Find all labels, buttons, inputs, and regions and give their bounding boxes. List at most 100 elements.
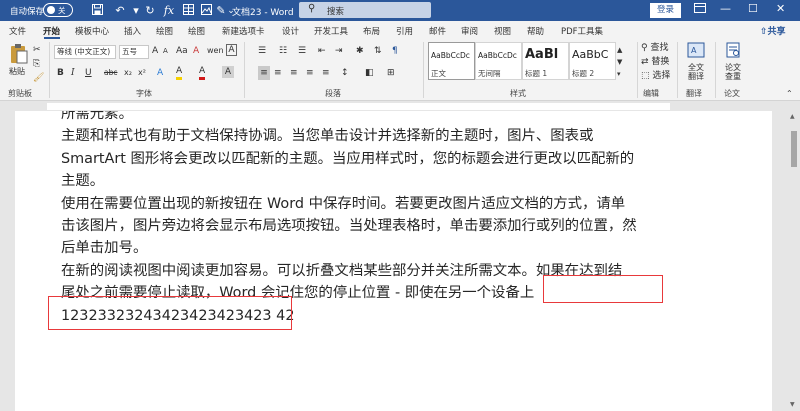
line-spacing-icon[interactable]: ↕ bbox=[341, 66, 349, 80]
chinese-layout-icon[interactable]: ✱ bbox=[356, 44, 364, 58]
tab-insert[interactable]: 插入 bbox=[124, 25, 141, 37]
tab-developer[interactable]: 开发工具 bbox=[314, 25, 348, 37]
tab-design[interactable]: 设计 bbox=[282, 25, 299, 37]
text-line[interactable]: 所需元素。 bbox=[61, 111, 647, 125]
subscript-button[interactable]: x₂ bbox=[124, 66, 132, 80]
document-page[interactable]: 所需元素。 主题和样式也有助于文档保持协调。当您单击设计并选择新的主题时，图片、… bbox=[15, 111, 772, 411]
text-line[interactable]: 主题。 bbox=[61, 170, 647, 192]
align-right-icon[interactable]: ≡ bbox=[290, 66, 298, 80]
minimize-icon[interactable]: — bbox=[720, 2, 731, 15]
save-icon[interactable] bbox=[90, 4, 104, 18]
grow-font-button[interactable]: A bbox=[152, 44, 158, 58]
login-button[interactable]: 登录 bbox=[650, 3, 681, 18]
align-center-icon[interactable]: ≡ bbox=[274, 66, 282, 80]
tab-layout[interactable]: 布局 bbox=[363, 25, 380, 37]
replace-button[interactable]: ⇄ 替换 bbox=[641, 55, 669, 69]
font-color-button[interactable]: A bbox=[199, 66, 206, 80]
collapse-ribbon-icon[interactable]: ⌃ bbox=[786, 87, 793, 101]
style-preview: AaBbC bbox=[572, 48, 609, 61]
close-icon[interactable]: ✕ bbox=[776, 2, 785, 15]
translate-icon: A bbox=[687, 42, 705, 58]
text-effects-button[interactable]: A bbox=[157, 66, 163, 80]
tab-draw-2[interactable]: 绘图 bbox=[188, 25, 205, 37]
style-no-spacing[interactable]: AaBbCcDc 无间隔 bbox=[475, 42, 522, 80]
decrease-indent-icon[interactable]: ⇤ bbox=[318, 44, 326, 58]
redo-icon[interactable]: ↻ bbox=[143, 4, 157, 18]
table-icon[interactable] bbox=[181, 4, 195, 18]
horizontal-ruler[interactable] bbox=[0, 102, 800, 111]
copy-icon[interactable]: ⎘ bbox=[33, 57, 40, 71]
restore-icon[interactable]: ☐ bbox=[748, 2, 758, 15]
distributed-icon[interactable]: ≡ bbox=[322, 66, 330, 80]
format-painter-icon[interactable]: 🖌 bbox=[33, 71, 44, 85]
tab-references[interactable]: 引用 bbox=[396, 25, 413, 37]
styles-more-icon[interactable]: ▾ bbox=[617, 67, 621, 81]
paper-check-button[interactable]: 论文 查重 bbox=[719, 42, 747, 81]
tab-review[interactable]: 审阅 bbox=[461, 25, 478, 37]
shrink-font-button[interactable]: A bbox=[163, 44, 168, 58]
formula-icon[interactable]: fx bbox=[162, 4, 176, 18]
select-button[interactable]: ⬚ 选择 bbox=[641, 69, 670, 83]
scroll-down-icon[interactable]: ▼ bbox=[790, 401, 795, 408]
style-name: 标题 1 bbox=[525, 69, 548, 78]
style-heading-2[interactable]: AaBbC 标题 2 bbox=[569, 42, 616, 80]
scroll-up-icon[interactable]: ▲ bbox=[790, 113, 795, 120]
tab-draw[interactable]: 绘图 bbox=[156, 25, 173, 37]
clear-format-button[interactable]: A bbox=[193, 44, 199, 58]
text-line[interactable]: 击该图片，图片旁边将会显示布局选项按钮。当处理表格时，单击要添加行或列的位置，然 bbox=[61, 215, 647, 237]
tab-template-center[interactable]: 模板中心 bbox=[75, 25, 109, 37]
underline-button[interactable]: U bbox=[85, 66, 92, 80]
tab-view[interactable]: 视图 bbox=[494, 25, 511, 37]
tab-mailings[interactable]: 邮件 bbox=[429, 25, 446, 37]
justify-icon[interactable]: ≡ bbox=[306, 66, 314, 80]
tab-pdf-tools[interactable]: PDF工具集 bbox=[561, 25, 603, 37]
paste-label: 粘贴 bbox=[9, 67, 25, 76]
font-name-select[interactable]: 等线 (中文正文) bbox=[54, 45, 116, 59]
text-line[interactable]: 后单击加号。 bbox=[61, 237, 647, 259]
autosave-toggle[interactable]: 关 bbox=[43, 3, 73, 17]
text-line[interactable]: SmartArt 图形将会更改以匹配新的主题。当应用样式时，您的标题会进行更改以… bbox=[61, 148, 647, 170]
bold-button[interactable]: B bbox=[57, 66, 64, 80]
font-group-label: 字体 bbox=[136, 89, 152, 98]
show-marks-icon[interactable]: ¶ bbox=[392, 44, 398, 58]
bullets-icon[interactable]: ☰ bbox=[258, 44, 266, 58]
tab-new[interactable]: 新建选项卡 bbox=[222, 25, 265, 37]
scrollbar-thumb[interactable] bbox=[791, 131, 797, 167]
char-border-button[interactable]: A bbox=[226, 44, 237, 56]
phonetic-guide-button[interactable]: wen bbox=[207, 44, 224, 58]
strikethrough-button[interactable]: abc bbox=[104, 66, 117, 80]
text-line[interactable]: 使用在需要位置出现的新按钮在 Word 中保存时间。若要更改图片适应文档的方式，… bbox=[61, 193, 647, 215]
align-left-icon[interactable]: ≡ bbox=[258, 66, 270, 80]
translate-button[interactable]: A 全文 翻译 bbox=[682, 42, 710, 81]
style-heading-1[interactable]: AaBl 标题 1 bbox=[522, 42, 569, 80]
find-button[interactable]: ⚲ 查找 bbox=[641, 41, 668, 55]
font-size-select[interactable]: 五号 bbox=[119, 45, 149, 59]
tab-file[interactable]: 文件 bbox=[9, 25, 26, 37]
clipboard-group-label: 剪贴板 bbox=[8, 89, 32, 98]
paper-group-label: 论文 bbox=[724, 89, 740, 98]
borders-icon[interactable]: ⊞ bbox=[387, 66, 395, 80]
undo-icon[interactable]: ↶ bbox=[113, 4, 127, 18]
vertical-scrollbar[interactable]: ▲ ▼ bbox=[788, 111, 800, 411]
text-line[interactable]: 主题和样式也有助于文档保持协调。当您单击设计并选择新的主题时，图片、图表或 bbox=[61, 125, 647, 147]
char-shading-button[interactable]: A bbox=[222, 66, 234, 78]
cut-icon[interactable]: ✂ bbox=[33, 43, 41, 57]
tab-help[interactable]: 帮助 bbox=[527, 25, 544, 37]
numbering-icon[interactable]: ☷ bbox=[279, 44, 287, 58]
italic-button[interactable]: I bbox=[71, 66, 75, 80]
highlight-button[interactable]: A bbox=[176, 66, 183, 80]
style-normal[interactable]: AaBbCcDc 正文 bbox=[428, 42, 475, 80]
superscript-button[interactable]: x² bbox=[138, 66, 146, 80]
increase-indent-icon[interactable]: ⇥ bbox=[335, 44, 343, 58]
ribbon-display-icon[interactable] bbox=[694, 2, 706, 17]
replace-icon: ⇄ bbox=[641, 57, 652, 67]
shading-icon[interactable]: ◧ bbox=[365, 66, 374, 80]
chevron-down-icon[interactable]: ▾ bbox=[129, 4, 143, 18]
search-box[interactable]: ⚲ 搜索 bbox=[299, 2, 431, 18]
tab-home[interactable]: 开始 bbox=[43, 25, 60, 37]
share-button[interactable]: ⇧共享 bbox=[760, 24, 786, 37]
image-icon[interactable] bbox=[199, 4, 213, 18]
multilevel-list-icon[interactable]: ☰ bbox=[298, 44, 306, 58]
change-case-button[interactable]: Aa bbox=[176, 44, 188, 58]
sort-icon[interactable]: ⇅ bbox=[374, 44, 382, 58]
